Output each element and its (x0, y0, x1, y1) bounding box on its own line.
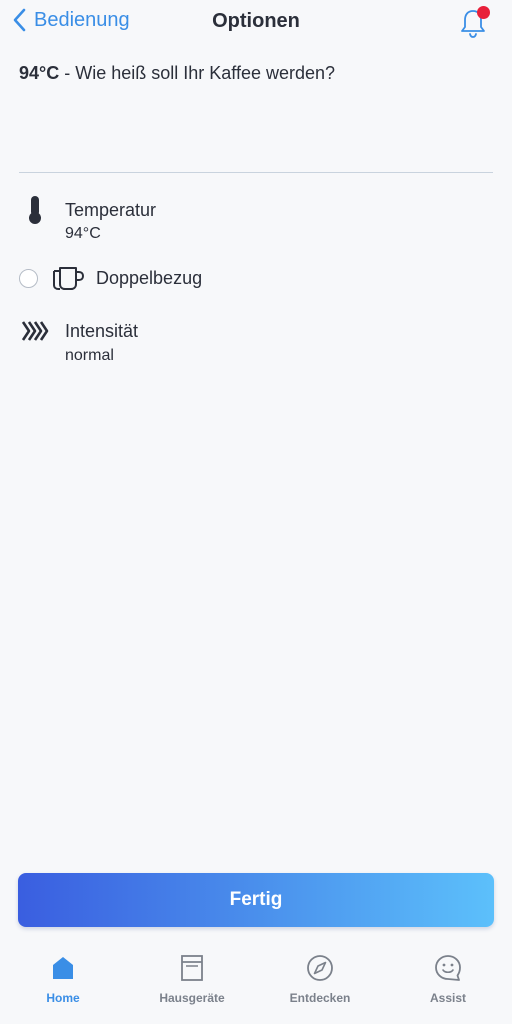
tab-assist-label: Assist (429, 991, 467, 1005)
tab-appliances[interactable]: Hausgeräte (137, 954, 247, 1005)
notification-button[interactable] (458, 6, 490, 40)
notification-badge (477, 6, 490, 19)
temperature-value: 94°C (65, 225, 101, 242)
question-prompt: - Wie heiß soll Ihr Kaffee werden? (59, 63, 336, 83)
thermometer-icon (29, 196, 41, 224)
tab-bar: Home Hausgeräte Entdecken Assist (0, 944, 512, 1024)
tab-discover[interactable]: Entdecken (265, 954, 375, 1005)
nav-header: Bedienung Optionen (0, 0, 512, 44)
question-value: 94°C (19, 63, 60, 83)
tab-home-label: Home (46, 991, 80, 1005)
option-double-shot[interactable]: Doppelbezug (48, 262, 512, 298)
tab-discover-label: Entdecken (289, 991, 351, 1005)
question-text: 94°C - Wie heiß soll Ihr Kaffee werden? (19, 63, 335, 84)
double-cup-icon (53, 267, 84, 290)
tab-assist[interactable]: Assist (393, 954, 503, 1005)
page-title: Optionen (212, 10, 300, 32)
double-shot-label: Doppelbezug (96, 268, 203, 288)
double-shot-radio[interactable] (19, 269, 38, 288)
intensity-value: normal (65, 347, 114, 364)
options-screen: Bedienung Optionen 94°C - Wie heiß soll … (0, 0, 512, 1024)
temperature-label: Temperatur (65, 200, 157, 220)
tab-home[interactable]: Home (8, 954, 118, 1005)
done-button[interactable]: Fertig (18, 873, 494, 927)
divider (19, 172, 493, 173)
intensity-label: Intensität (65, 321, 139, 341)
home-icon (53, 957, 73, 979)
smiley-chat-icon (435, 955, 461, 981)
tab-appliances-label: Hausgeräte (159, 991, 225, 1005)
appliance-icon (181, 955, 203, 981)
intensity-arrows-icon (21, 321, 49, 341)
option-intensity[interactable]: Intensität normal (0, 313, 512, 373)
option-temperature[interactable]: Temperatur 94°C (0, 190, 512, 250)
compass-icon (307, 955, 333, 981)
